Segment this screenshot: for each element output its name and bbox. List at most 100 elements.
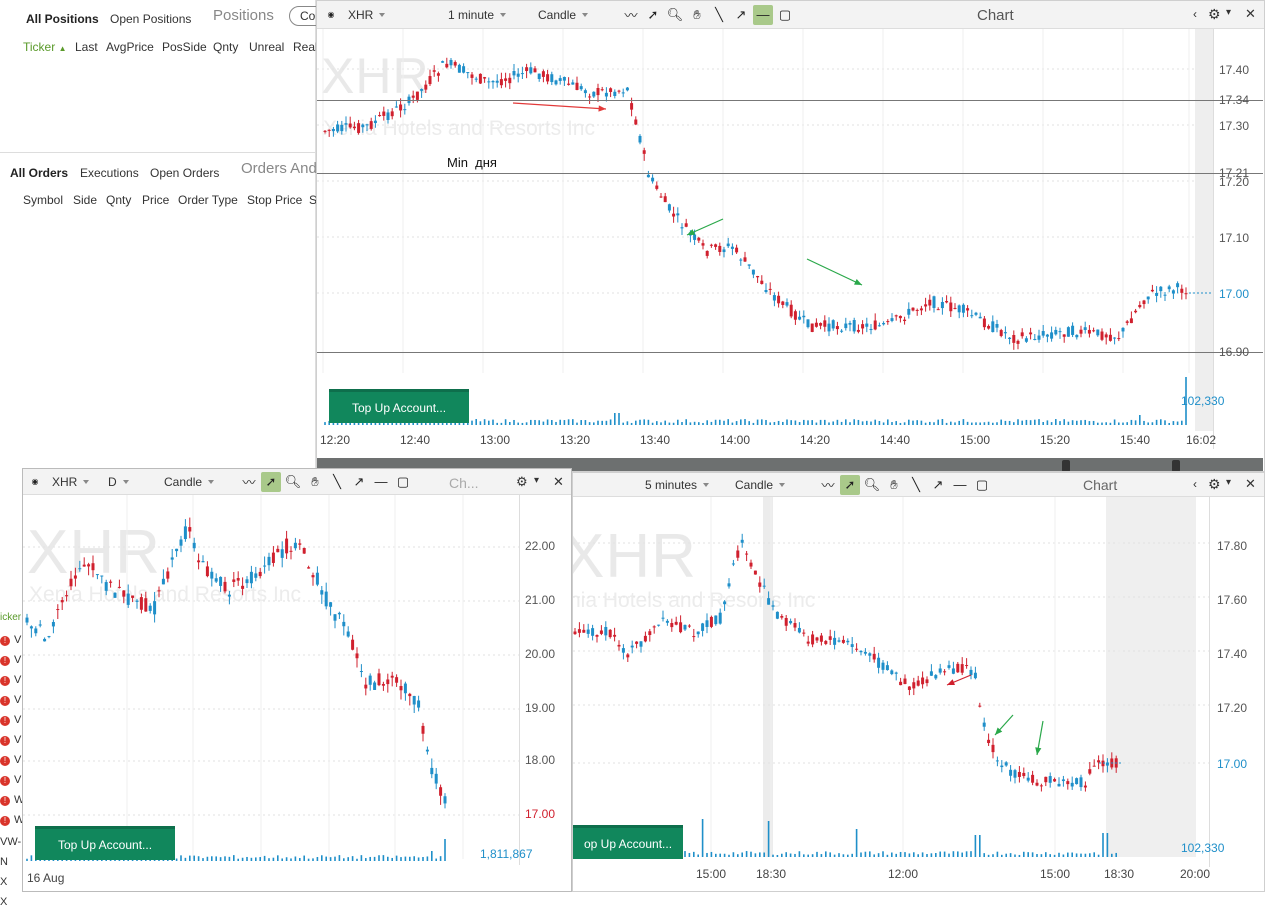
chart1-candle: [424, 80, 428, 94]
chart1-candle: [1075, 334, 1079, 340]
topup-account-button[interactable]: Top Up Account...: [35, 826, 175, 860]
chart1-candle: [558, 75, 562, 85]
chart2-candle: [439, 784, 443, 805]
alert-row-text: V: [14, 714, 22, 726]
chart3-candle: [586, 623, 590, 638]
tab-all-positions[interactable]: All Positions: [26, 12, 99, 26]
chart1-candle: [768, 282, 772, 295]
tab-open-orders[interactable]: Open Orders: [150, 166, 219, 180]
alert-icon: !: [0, 796, 10, 806]
chart3-price-axis[interactable]: 17.80 17.60 17.40 17.20 17.00: [1213, 497, 1264, 837]
scroll-handle-left[interactable]: [1062, 460, 1070, 471]
chart3-candle: [577, 622, 581, 638]
chart3-candle: [749, 559, 753, 570]
positions-title: Positions: [213, 7, 274, 24]
chart1-candle: [1142, 299, 1146, 309]
chart1-candle: [651, 174, 655, 184]
chart1-candle: [747, 264, 751, 269]
col-stop-price[interactable]: Stop Price: [247, 193, 302, 207]
chart3-candle: [1061, 775, 1065, 787]
chart1-candle: [1071, 322, 1075, 338]
chart1-candle: [550, 71, 554, 86]
chart3-candle: [793, 618, 797, 632]
col-posside[interactable]: PosSide: [162, 40, 207, 54]
chart1-candle: [714, 243, 718, 250]
chart1-candle: [789, 300, 793, 319]
chart1-candle: [323, 130, 327, 134]
chart1-candle: [331, 126, 335, 137]
chart1-candle: [949, 296, 953, 317]
current-price-label: 17.00: [525, 807, 556, 821]
chart1-candle: [617, 89, 621, 94]
annotation-arrow-green[interactable]: [994, 714, 1014, 736]
chart1-time-axis[interactable]: 12:20 12:40 13:00 13:20 13:40 14:00 14:20 14:40…: [317, 433, 1217, 451]
chart1-candle: [1171, 289, 1175, 299]
chart2-candle: [60, 596, 64, 611]
chart3-candle: [855, 643, 859, 652]
annotation-arrow-green[interactable]: [686, 218, 724, 236]
col-last[interactable]: Last: [75, 40, 98, 54]
chart3-candle: [767, 591, 771, 605]
chart3-candle: [925, 676, 929, 687]
level-line-17-21[interactable]: [317, 173, 1263, 174]
col-qnty[interactable]: Qnty: [213, 40, 238, 54]
time-label: 14:20: [799, 433, 831, 447]
col-unreal[interactable]: Unreal: [249, 40, 284, 54]
annotation-arrow-green[interactable]: [1035, 720, 1044, 756]
chart1-candle: [953, 303, 957, 310]
tab-executions[interactable]: Executions: [80, 166, 139, 180]
chart3-candle: [789, 618, 793, 625]
chart3-candle: [652, 625, 656, 634]
topup-account-button[interactable]: Top Up Account...: [329, 389, 469, 423]
price-label: 18.00: [525, 753, 556, 767]
chart1-price-axis[interactable]: 17.40 17.34 17.30 17.21 17.20 17.10 17.0…: [1215, 29, 1264, 369]
col-avgprice[interactable]: AvgPrice: [106, 40, 154, 54]
chart3-candle: [1017, 766, 1021, 783]
chart1-candle: [453, 60, 457, 68]
chart3-candle: [604, 621, 608, 641]
volume-label: 102,330: [1181, 394, 1225, 408]
chart2-candle: [170, 548, 174, 568]
col-order-type[interactable]: Order Type: [178, 193, 238, 207]
chart2-candle: [139, 593, 143, 614]
level-line-17-34[interactable]: [317, 100, 1263, 101]
chart1-candle: [806, 319, 810, 329]
annotation-arrow-green[interactable]: [806, 258, 863, 286]
chart3-candle: [784, 615, 788, 632]
chart1-candle: [873, 313, 877, 331]
col-price[interactable]: Price: [142, 193, 169, 207]
chart1-candle: [772, 292, 776, 307]
chart2-candle: [197, 553, 201, 570]
scroll-handle-right[interactable]: [1172, 460, 1180, 471]
col-qnty-orders[interactable]: Qnty: [106, 193, 131, 207]
chart1-candle: [856, 324, 860, 334]
chart2-candle: [254, 566, 258, 582]
tab-all-orders[interactable]: All Orders: [10, 166, 68, 180]
col-real[interactable]: Real: [293, 40, 318, 54]
level-line-16-90[interactable]: [317, 352, 1263, 353]
col-symbol[interactable]: Symbol: [23, 193, 63, 207]
chart3-time-axis[interactable]: 15:00 18:30 12:00 15:00 18:30 20:00: [573, 867, 1213, 885]
chart1-candle: [743, 251, 747, 263]
chart2-candle: [219, 576, 223, 592]
chart1-candle: [684, 218, 688, 228]
topup-account-button[interactable]: op Up Account...: [573, 825, 683, 859]
annotation-arrow-red[interactable]: [512, 102, 607, 112]
chart1-candle: [903, 316, 907, 325]
chart3-candle: [1083, 781, 1087, 792]
tab-open-positions[interactable]: Open Positions: [110, 12, 191, 26]
col-ticker[interactable]: Ticker ▲: [23, 40, 67, 54]
chart1-candle: [974, 311, 978, 317]
col-side[interactable]: Side: [73, 193, 97, 207]
annotation-arrow-red[interactable]: [946, 674, 972, 686]
chart1-candle: [621, 88, 625, 98]
alert-icon: !: [0, 756, 10, 766]
chart1-candle: [659, 192, 663, 199]
chart2-candle: [289, 546, 293, 560]
chart2-candle: [355, 647, 359, 668]
chart1-candle: [877, 322, 881, 327]
price-label: 20.00: [525, 647, 556, 661]
chart3-candle: [987, 733, 991, 746]
chart2-price-axis[interactable]: 22.00 21.00 20.00 19.00 18.00 17.00: [523, 495, 571, 835]
chart3-candle: [934, 674, 938, 680]
